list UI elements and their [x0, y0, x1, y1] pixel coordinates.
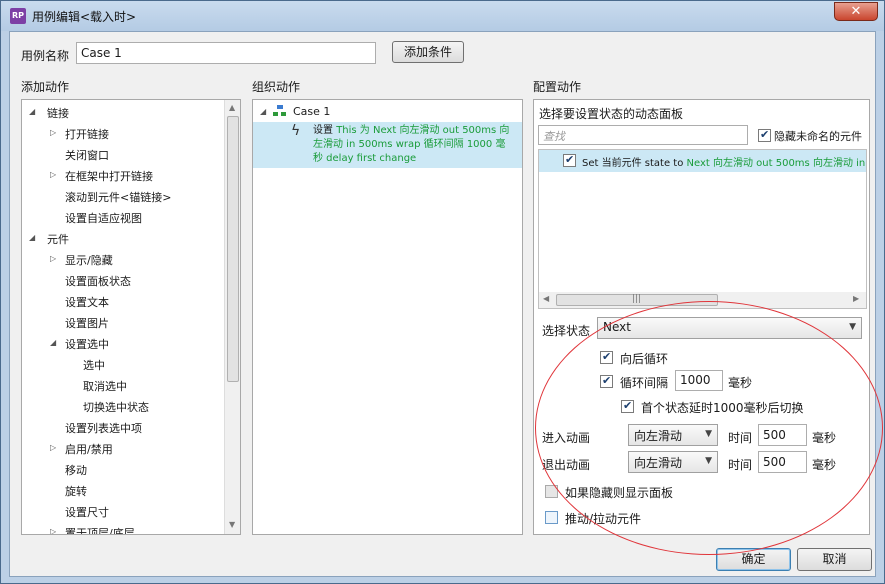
tree-item-rotate[interactable]: 旋转: [65, 483, 87, 499]
action-line-1: This 为 Next 向左滑动 out 500ms 向: [336, 125, 510, 136]
hide-unnamed-checkbox[interactable]: [758, 128, 771, 142]
tree-item-set-text[interactable]: 设置文本: [65, 294, 109, 310]
tree-item-set-selected[interactable]: 设置选中: [65, 336, 109, 352]
configure-action-header: 配置动作: [533, 80, 582, 94]
action-line-2: 左滑动 in 500ms wrap 循环间隔 1000 毫: [313, 139, 506, 150]
add-condition-button[interactable]: 添加条件: [392, 41, 464, 63]
expanded-arrow-icon[interactable]: ◢: [29, 107, 35, 116]
expanded-arrow-icon[interactable]: ◢: [50, 338, 56, 347]
add-action-header: 添加动作: [21, 80, 70, 94]
tree-item-set-image[interactable]: 设置图片: [65, 315, 109, 331]
organize-action-tree[interactable]: ◢ Case 1 ϟ 设置 This 为 Next 向左滑动 out 500ms…: [252, 99, 523, 535]
tree-item-set-size[interactable]: 设置尺寸: [65, 504, 109, 520]
tree-item-move[interactable]: 移动: [65, 462, 87, 478]
choose-panel-label: 选择要设置状态的动态面板: [539, 107, 684, 121]
action-prefix: 设置: [313, 125, 333, 136]
row-prefix: Set 当前元件 state to: [582, 158, 684, 169]
tree-item-select[interactable]: 选中: [83, 357, 105, 373]
push-pull-checkbox[interactable]: [545, 511, 558, 524]
scroll-down-arrow-icon[interactable]: ▼: [229, 520, 235, 529]
tree-item-open-link[interactable]: 打开链接: [65, 126, 109, 142]
dialog-window: RP 用例编辑<载入时> ✕ 用例名称 Case 1 添加条件 添加动作 组织动…: [0, 0, 885, 584]
tree-item-enable-disable[interactable]: 启用/禁用: [65, 441, 113, 457]
tree-item-open-in-frame[interactable]: 在框架中打开链接: [65, 168, 153, 184]
case-name-label: 用例名称: [21, 49, 70, 63]
collapsed-arrow-icon[interactable]: ▷: [50, 254, 56, 263]
collapsed-arrow-icon[interactable]: ▷: [50, 527, 56, 534]
tree-item-unselect[interactable]: 取消选中: [83, 378, 127, 394]
panel-row[interactable]: Set 当前元件 state to Next 向左滑动 out 500ms 向左…: [539, 150, 866, 172]
scrollbar-thumb[interactable]: [227, 116, 239, 382]
panel-row-text: Set 当前元件 state to Next 向左滑动 out 500ms 向左…: [582, 154, 865, 169]
collapsed-arrow-icon[interactable]: ▷: [50, 443, 56, 452]
expanded-arrow-icon[interactable]: ◢: [29, 233, 35, 242]
selected-action-row[interactable]: ϟ 设置 This 为 Next 向左滑动 out 500ms 向 左滑动 in…: [253, 122, 522, 168]
action-description: 设置 This 为 Next 向左滑动 out 500ms 向 左滑动 in 5…: [313, 124, 509, 166]
tree-item-scroll-to[interactable]: 滚动到元件<锚链接>: [65, 189, 171, 205]
select-state-label: 选择状态: [542, 324, 591, 338]
scroll-left-arrow-icon[interactable]: ◀: [543, 294, 549, 303]
case-label[interactable]: Case 1: [293, 105, 330, 118]
action-line-3: 秒 delay first change: [313, 153, 417, 164]
collapsed-arrow-icon[interactable]: ▷: [50, 170, 56, 179]
tree-item-close-window[interactable]: 关闭窗口: [65, 147, 109, 163]
title-bar[interactable]: RP 用例编辑<载入时> ✕: [1, 1, 884, 31]
case-name-input[interactable]: Case 1: [76, 42, 376, 64]
scroll-up-arrow-icon[interactable]: ▲: [229, 103, 235, 112]
panel-row-checkbox[interactable]: [563, 153, 576, 167]
tree-item-toggle-selected[interactable]: 切换选中状态: [83, 399, 149, 415]
case-tree-icon: [273, 105, 286, 117]
tree-item-links[interactable]: 链接: [47, 105, 69, 121]
expanded-arrow-icon[interactable]: ◢: [260, 107, 266, 116]
lightning-icon: ϟ: [291, 123, 301, 139]
panel-list[interactable]: Set 当前元件 state to Next 向左滑动 out 500ms 向左…: [538, 149, 867, 309]
cancel-button[interactable]: 取消: [797, 548, 872, 571]
tree-item-show-hide[interactable]: 显示/隐藏: [65, 252, 113, 268]
scroll-right-arrow-icon[interactable]: ▶: [853, 294, 859, 303]
hide-unnamed-label: 隐藏未命名的元件: [774, 130, 862, 143]
axure-app-icon: RP: [10, 8, 26, 24]
grip-icon: |||: [632, 294, 642, 304]
collapsed-arrow-icon[interactable]: ▷: [50, 128, 56, 137]
row-suffix: Next 向左滑动 out 500ms 向左滑动 in: [686, 158, 866, 169]
window-title: 用例编辑<载入时>: [32, 10, 137, 24]
tree-item-adaptive-view[interactable]: 设置自适应视图: [65, 210, 142, 226]
search-input[interactable]: 查找: [538, 125, 748, 145]
add-action-tree[interactable]: ◢ 链接 ▷ 打开链接 关闭窗口 ▷ 在框架中打开链接 滚动到元件<锚链接> 设…: [21, 99, 241, 535]
tree-item-bring-front-back[interactable]: 置于顶层/底层: [65, 525, 135, 534]
close-button[interactable]: ✕: [834, 2, 878, 21]
chevron-down-icon: ▼: [849, 322, 856, 332]
tree-item-widgets[interactable]: 元件: [47, 231, 69, 247]
vertical-scrollbar[interactable]: ▲ ▼: [224, 100, 240, 534]
tree-item-set-list-selection[interactable]: 设置列表选中项: [65, 420, 142, 436]
organize-action-header: 组织动作: [252, 80, 301, 94]
tree-item-set-panel-state[interactable]: 设置面板状态: [65, 273, 131, 289]
annotation-circle: [535, 301, 883, 555]
